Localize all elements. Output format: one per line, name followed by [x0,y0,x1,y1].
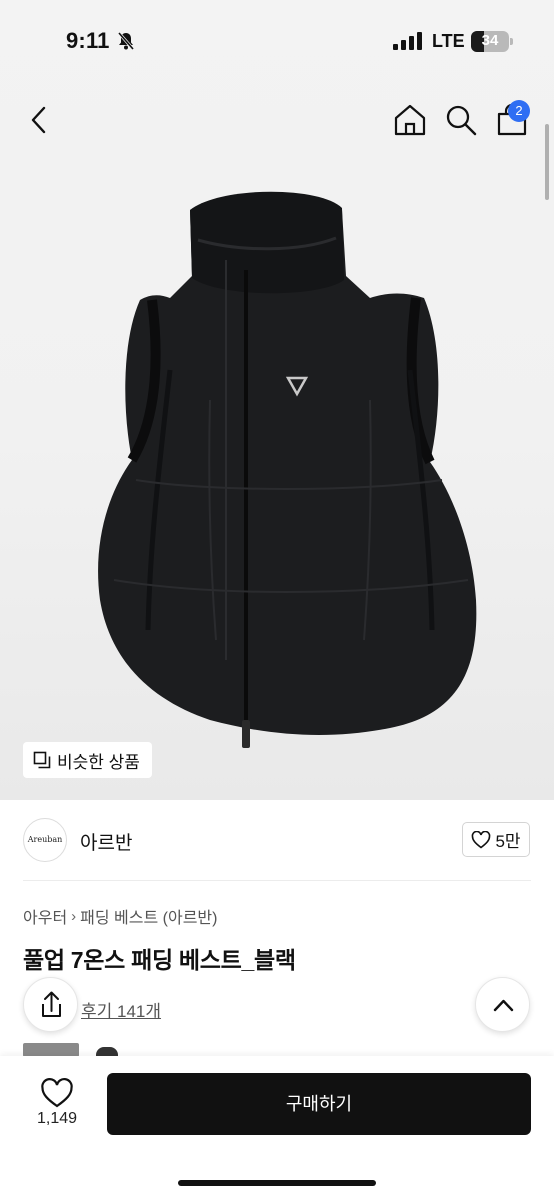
reviews-link[interactable]: 후기 141개 [81,997,161,1022]
brand-like-count: 5만 [495,832,521,851]
buy-button[interactable]: 구매하기 [107,1073,531,1135]
brand-logo[interactable]: Areuban [23,818,67,862]
scroll-top-button[interactable] [475,977,530,1032]
battery-level: 34 [481,32,499,49]
scrollbar[interactable] [545,124,549,200]
cart-count-badge: 2 [508,100,530,122]
similar-products-button[interactable]: 비슷한 상품 [23,742,152,778]
similar-products-label: 비슷한 상품 [57,752,140,772]
search-icon[interactable] [444,102,478,138]
status-time: 9:11 [66,28,110,53]
signal-icon [393,32,422,50]
chevron-right-icon: › [71,907,77,925]
product-image-area[interactable]: 9:11 LTE 34 2 비슷한 상품 [0,0,554,800]
thumbnail-image[interactable] [23,1043,79,1057]
battery-cap [510,38,513,45]
bell-off-icon [117,32,135,50]
status-bar: 9:11 LTE 34 [0,0,554,84]
breadcrumb: 아우터 › 패딩 베스트 (아르반) [23,904,217,928]
heart-outline-icon [472,830,491,849]
product-image-vest [98,191,477,748]
chevron-up-icon [493,999,514,1012]
brand-like-button[interactable]: 5만 [462,822,530,857]
divider [23,880,531,881]
share-button[interactable] [23,977,78,1032]
share-icon [42,991,61,1017]
back-arrow-icon[interactable] [24,102,56,138]
battery-icon: 34 [471,31,509,52]
home-indicator [178,1180,376,1186]
product-title: 풀업 7온스 패딩 베스트_블랙 [23,947,296,973]
brand-name[interactable]: 아르반 [80,828,132,855]
similar-items-icon [33,751,51,769]
like-count: 1,149 [36,1110,78,1127]
home-icon[interactable] [392,102,428,138]
breadcrumb-category[interactable]: 아우터 [23,904,67,928]
breadcrumb-subcategory[interactable]: 패딩 베스트 (아르반) [80,904,217,928]
network-type: LTE [432,31,465,51]
